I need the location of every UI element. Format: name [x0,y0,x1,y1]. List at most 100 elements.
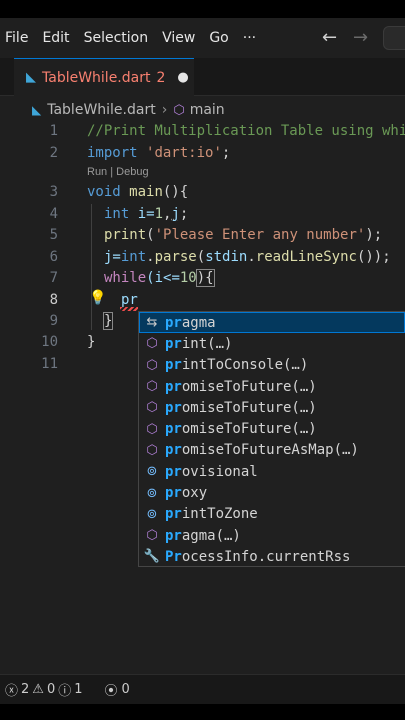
code-function: parse [154,249,197,265]
suggestion-rest: agma(…) [181,527,241,544]
suggestion-rest: ocessInfo.currentRss [181,548,351,565]
codelens-run-debug[interactable]: Run | Debug [87,166,149,178]
breadcrumb-symbol[interactable]: main [190,102,225,118]
menu-go[interactable]: Go [202,18,235,58]
code-punct: ( [146,227,155,243]
method-icon: ⬡ [146,400,158,416]
suggestion-item[interactable]: ⇆ pragma [139,312,405,334]
suggestion-label: promiseToFuture(…) [165,400,317,416]
suggestion-rest: intToZone [181,506,258,523]
code-punct: ); [365,227,383,243]
code-punct: } [87,334,96,350]
line-number: 5 [49,227,58,243]
menu-view[interactable]: View [155,18,202,58]
command-center-search[interactable] [383,26,405,50]
suggestion-item[interactable]: ⬡ promiseToFutureAsMap(…) [139,440,405,461]
line-number: 10 [41,334,58,350]
suggestion-label: provisional [165,464,258,480]
error-squiggle [120,307,138,311]
code-function: readLineSync [255,249,357,265]
suggestion-rest: ovisional [181,463,258,480]
menu-edit[interactable]: Edit [35,18,76,58]
error-icon: ⓧ [5,684,19,699]
suggestion-label: pragma(…) [165,528,241,544]
suggestion-match: Pr [165,548,182,565]
snippet-icon: ⇆ [146,315,158,331]
method-icon: ⬡ [146,442,158,458]
line-number: 1 [49,123,58,139]
suggestion-match: pr [165,335,182,352]
menu-more[interactable]: ··· [236,18,263,58]
code-text: i= [129,206,155,222]
suggestion-match: pr [165,378,182,395]
suggestion-item[interactable]: ⬡ promiseToFuture(…) [139,418,405,439]
line-number: 9 [49,313,58,329]
suggestion-rest: int(…) [181,335,233,352]
code-line-1: //Print Multiplication Table using while [87,123,405,139]
suggestion-item[interactable]: ⊚ printToZone [139,504,405,525]
problems-indicator[interactable]: ⓧ 2 ⚠ 0 ⓘ 1 [5,680,83,699]
line-number: 8 [49,292,58,308]
breadcrumb-file[interactable]: TableWhile.dart [47,102,155,118]
autocomplete-list: ⇆ pragma ⬡ print(…) ⬡ printToConsole(…) ⬡ promi… [138,311,405,567]
ports-indicator[interactable]: ⦿ 0 [105,680,130,699]
code-text: (i<= [146,270,180,286]
menu-selection[interactable]: Selection [77,18,156,58]
code-comment: //Print Multiplication Table using while [87,123,405,139]
code-control-keyword: while [104,270,147,286]
info-count: 1 [74,682,83,697]
method-icon: ⬡ [146,357,158,373]
suggestion-item[interactable]: ⊚ proxy [139,482,405,503]
bottom-letterbox [0,704,405,720]
back-arrow-icon[interactable]: ← [322,18,337,58]
wrench-icon: 🔧 [143,549,161,565]
code-punct: ; [221,145,231,161]
tab-problem-count: 2 [156,69,166,86]
dart-file-icon: ◣ [32,103,42,117]
suggestion-item[interactable]: ⬡ print(…) [139,333,405,354]
menu-bar: File Edit Selection View Go ··· ← → [0,18,405,58]
line-number: 4 [49,206,58,222]
code-number: 1 [154,206,164,222]
suggestion-match: pr [165,314,182,331]
suggestion-label: printToZone [165,506,258,522]
info-icon: ⓘ [58,684,72,699]
dart-file-icon: ◣ [26,70,36,85]
editor-tab-strip: ◣ TableWhile.dart 2 ● [0,58,405,96]
field-icon: ⊚ [146,506,158,522]
suggestion-item[interactable]: ⬡ promiseToFuture(…) [139,397,405,418]
field-icon: ⊚ [146,485,158,501]
lightbulb-icon[interactable]: 💡 [89,290,106,306]
code-line-10: } [87,334,95,350]
suggestion-item[interactable]: ⬡ pragma(…) [139,525,405,546]
code-punct: ( [196,249,206,265]
suggestion-rest: omiseToFuture(…) [181,399,317,416]
unsaved-dot-icon[interactable]: ● [177,70,188,85]
suggestion-label: proxy [165,485,207,501]
suggestion-item[interactable]: ⊚ provisional [139,461,405,482]
suggestion-item[interactable]: ⬡ promiseToFuture(…) [139,376,405,397]
suggestion-label: promiseToFuture(…) [165,421,317,437]
code-punct: ){ [195,269,215,287]
code-punct: ; [179,206,189,222]
suggestion-item[interactable]: ⬡ printToConsole(…) [139,355,405,376]
method-icon: ⬡ [146,336,158,352]
forward-arrow-icon[interactable]: → [353,18,368,58]
suggestion-rest: omiseToFutureAsMap(…) [181,442,359,459]
code-punct: } [102,312,114,330]
code-line-4: int i=1,j; [104,206,188,222]
suggestion-label: ProcessInfo.currentRss [165,549,350,565]
code-punct: . [247,249,256,265]
suggestion-item[interactable]: 🔧 ProcessInfo.currentRss [139,546,405,566]
tab-tablewhile-dart[interactable]: ◣ TableWhile.dart 2 ● [14,58,194,96]
field-icon: ⊚ [146,464,158,480]
menu-file[interactable]: File [0,18,35,58]
code-text: j= [104,249,121,265]
breadcrumb: ◣ TableWhile.dart › ⬡ main [32,98,225,122]
suggestion-rest: intToConsole(…) [181,357,309,374]
line-number: 3 [49,184,58,200]
suggestion-label: printToConsole(…) [165,357,308,373]
code-line-3: void main(){ [87,184,188,200]
code-editor[interactable]: ◣ TableWhile.dart › ⬡ main 1 2 3 4 5 6 7… [0,96,405,674]
suggestion-match: pr [165,485,182,502]
